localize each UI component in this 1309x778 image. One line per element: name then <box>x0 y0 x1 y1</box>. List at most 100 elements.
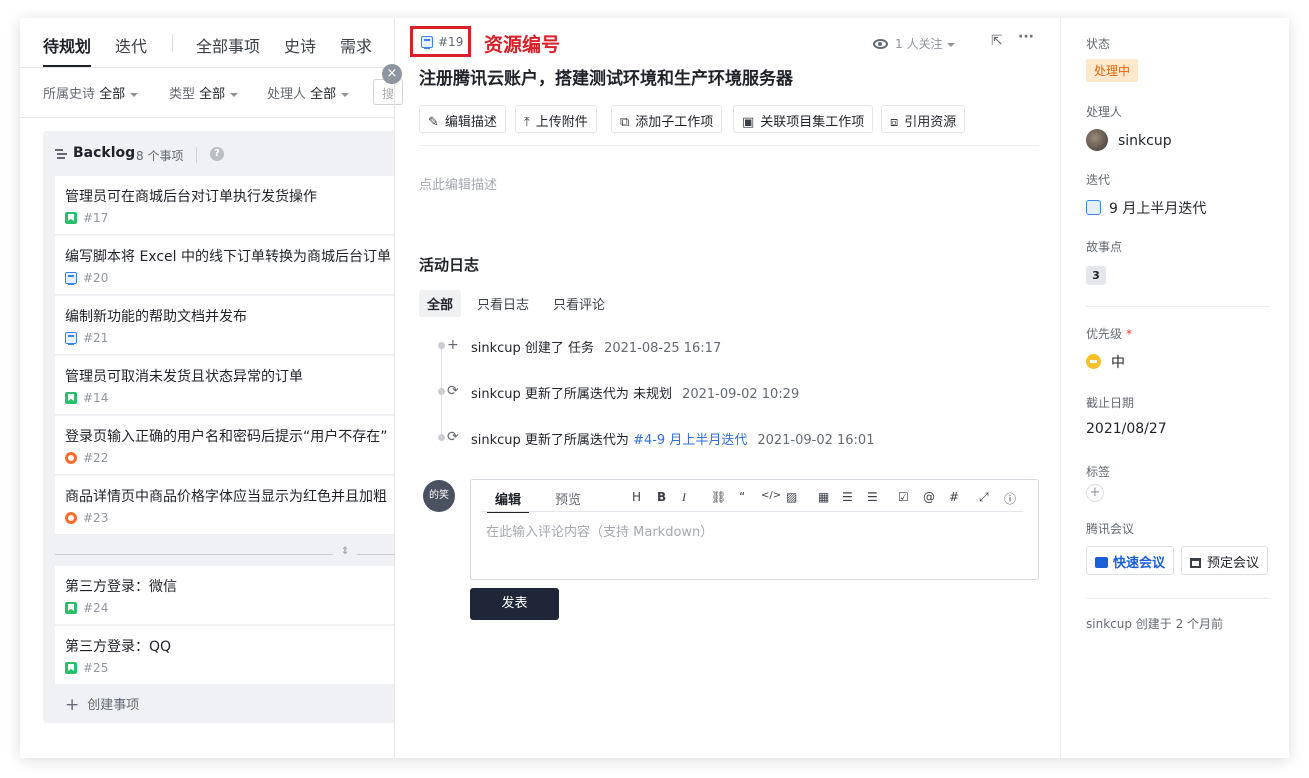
chevron-down-icon <box>230 92 239 97</box>
iteration-field[interactable]: 9 月上半月迭代 <box>1086 198 1206 218</box>
create-item-button[interactable]: + 创建事项 <box>65 694 139 715</box>
tab-all-items[interactable]: 全部事项 <box>196 33 260 57</box>
priority-label: 优先级 * <box>1086 327 1133 341</box>
mention-icon[interactable]: @ <box>923 490 935 504</box>
status-badge[interactable]: 处理中 <box>1086 59 1139 82</box>
plus-icon: + <box>65 695 80 715</box>
edit-description-button[interactable]: ✎ 编辑描述 <box>419 105 506 133</box>
priority-medium-icon <box>1086 354 1101 369</box>
activity-tab-logs[interactable]: 只看日志 <box>469 290 537 317</box>
drag-divider[interactable]: ⇕ <box>55 546 394 562</box>
tab-epics[interactable]: 史诗 <box>284 33 316 57</box>
item-id: #17 <box>83 211 109 225</box>
link-icon[interactable]: ⛓ <box>711 490 726 504</box>
activity-tab-all[interactable]: 全部 <box>419 290 462 317</box>
nav-tabs: 待规划 迭代 全部事项 史诗 需求 <box>20 18 394 68</box>
comment-input[interactable]: 在此输入评论内容（支持 Markdown） <box>486 521 713 540</box>
list-item[interactable]: 第三方登录：微信 #24 <box>55 566 394 625</box>
backlog-header: Backlog 8 个事项 ? <box>55 145 394 165</box>
quote-icon[interactable]: “ <box>739 490 745 504</box>
upload-attachment-button[interactable]: ⤒ 上传附件 <box>515 105 597 133</box>
chevron-down-icon <box>130 92 139 97</box>
meeting-icon <box>1095 557 1108 568</box>
list-item[interactable]: 登录页输入正确的用户名和密码后提示“用户不存在” #22 <box>55 416 394 475</box>
story-icon <box>65 392 77 404</box>
item-id: #14 <box>83 391 109 405</box>
hash-icon[interactable]: # <box>949 490 959 504</box>
bug-icon <box>65 452 77 464</box>
image-icon[interactable]: ▨ <box>786 490 797 504</box>
task-icon <box>65 332 77 345</box>
assignee-label: 处理人 <box>1086 105 1123 119</box>
link-program-item-button[interactable]: ▣ 关联项目集工作项 <box>733 105 874 133</box>
watch-dropdown[interactable]: 1 人关注 <box>873 35 956 52</box>
reference-resource-button[interactable]: ⧈ 引用资源 <box>881 105 966 133</box>
tab-planning[interactable]: 待规划 <box>43 33 92 67</box>
help-icon[interactable]: ⓘ <box>1004 490 1016 507</box>
item-title: 第三方登录：QQ <box>65 639 172 655</box>
close-icon[interactable]: × <box>382 64 402 84</box>
open-external-icon[interactable]: ⇱ <box>991 33 1003 49</box>
editor-tab-edit[interactable]: 编辑 <box>486 489 530 513</box>
activity-item: ⟳ sinkcup 更新了所属迭代为 未规划 2021-09-02 10:29 <box>447 383 800 402</box>
list-icon <box>55 149 67 159</box>
more-icon[interactable]: ··· <box>1018 29 1034 45</box>
description-placeholder[interactable]: 点此编辑描述 <box>419 174 497 193</box>
due-date-field[interactable]: 2021/08/27 <box>1086 421 1167 437</box>
list-item[interactable]: 编制新功能的帮助文档并发布 #21 <box>55 296 394 355</box>
quick-meeting-button[interactable]: 快速会议 <box>1086 546 1175 575</box>
priority-field[interactable]: 中 <box>1086 352 1125 372</box>
drag-handle-icon[interactable]: ⇕ <box>341 546 349 557</box>
timeline-dot <box>438 342 445 349</box>
item-id: #25 <box>83 661 109 675</box>
backlog-count: 8 个事项 <box>136 149 184 163</box>
activity-item: + sinkcup 创建了 任务 2021-08-25 16:17 <box>447 337 722 356</box>
divider <box>481 511 1023 512</box>
assignee-field[interactable]: sinkcup <box>1086 129 1172 151</box>
story-points-field[interactable]: 3 <box>1086 266 1106 285</box>
list-item[interactable]: 编写脚本将 Excel 中的线下订单转换为商城后台订单 #20 <box>55 236 394 295</box>
task-icon <box>421 36 433 49</box>
list-item[interactable]: 管理员可在商城后台对订单执行发货操作 #17 <box>55 176 394 235</box>
checkbox-icon[interactable]: ☑ <box>898 490 909 504</box>
bold-icon[interactable]: B <box>657 490 666 504</box>
italic-icon[interactable]: I <box>682 490 686 505</box>
post-comment-button[interactable]: 发表 <box>470 588 559 620</box>
item-title: 商品详情页中商品价格字体应当显示为红色并且加粗 <box>65 489 387 505</box>
bullet-list-icon[interactable]: ☰ <box>867 490 878 504</box>
editor-tab-preview[interactable]: 预览 <box>555 489 581 508</box>
list-item[interactable]: 管理员可取消未发货且状态异常的订单 #14 <box>55 356 394 415</box>
tab-iterations[interactable]: 迭代 <box>115 33 147 57</box>
timeline-dot <box>438 434 445 441</box>
due-date-label: 截止日期 <box>1086 396 1135 410</box>
chevron-down-icon <box>947 42 956 47</box>
upload-icon: ⤒ <box>524 115 530 130</box>
add-tag-icon[interactable]: + <box>1086 484 1104 502</box>
comment-editor[interactable]: 编辑 预览 H B I ⛓ “ </> ▨ ▦ ☰ ☰ ☑ @ # ⤢ ⓘ 在此… <box>470 479 1039 580</box>
page-title: 注册腾讯云账户，搭建测试环境和生产环境服务器 <box>419 69 793 89</box>
iteration-link[interactable]: #4-9 月上半月迭代 <box>633 433 747 448</box>
expand-icon[interactable]: ⤢ <box>979 490 989 505</box>
add-subtask-button[interactable]: ⧉ 添加子工作项 <box>611 105 723 133</box>
item-title: 编制新功能的帮助文档并发布 <box>65 309 247 325</box>
list-item[interactable]: 商品详情页中商品价格字体应当显示为红色并且加粗 #23 <box>55 476 394 535</box>
filter-epic[interactable]: 所属史诗 全部 <box>43 83 139 102</box>
filter-type[interactable]: 类型 全部 <box>169 83 239 102</box>
ordered-list-icon[interactable]: ☰ <box>842 490 853 504</box>
table-icon[interactable]: ▦ <box>818 490 829 504</box>
iteration-label: 迭代 <box>1086 173 1111 187</box>
help-icon[interactable]: ? <box>210 147 224 161</box>
schedule-meeting-button[interactable]: 预定会议 <box>1181 546 1269 575</box>
activity-title: 活动日志 <box>419 256 480 274</box>
heading-icon[interactable]: H <box>632 490 641 504</box>
activity-tab-comments[interactable]: 只看评论 <box>545 290 613 317</box>
backlog-title: Backlog <box>73 145 136 161</box>
list-item[interactable]: 第三方登录：QQ #25 <box>55 626 394 685</box>
item-title: 第三方登录：微信 <box>65 579 177 595</box>
filter-assignee[interactable]: 处理人 全部 <box>267 83 350 102</box>
tab-requirements[interactable]: 需求 <box>340 33 372 57</box>
avatar: 的笑 <box>423 480 455 512</box>
story-icon <box>65 212 77 224</box>
divider <box>1086 306 1270 307</box>
code-icon[interactable]: </> <box>761 490 781 501</box>
